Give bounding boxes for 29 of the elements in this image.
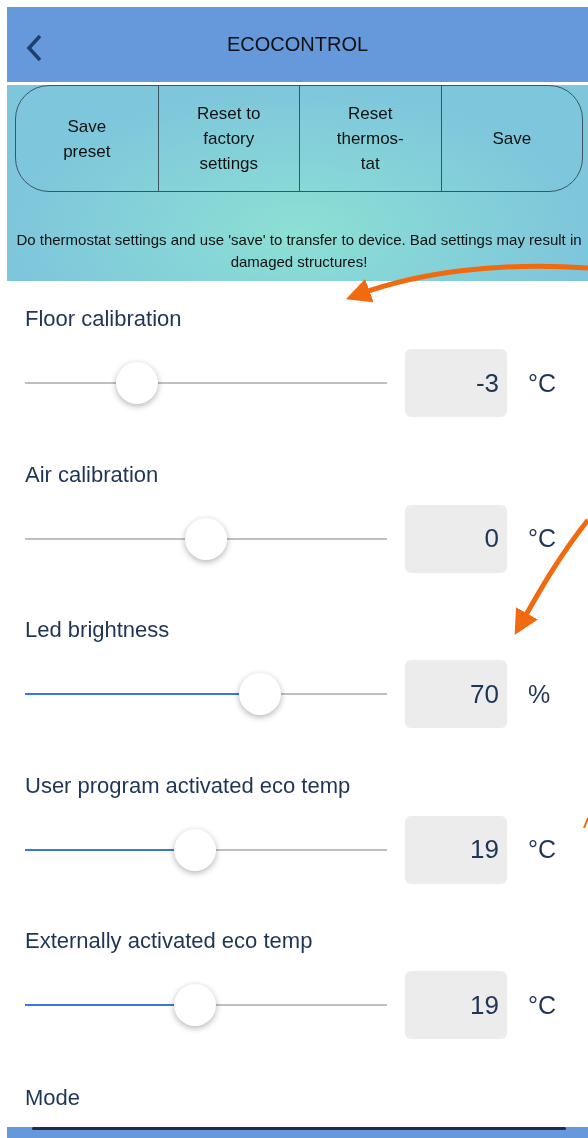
notice-text: Do thermostat settings and use 'save' to transfer to device. Bad settings may result in damaged structures! xyxy=(15,230,583,272)
value-field[interactable]: -3 xyxy=(405,349,507,417)
mode-label: Mode xyxy=(25,1083,82,1112)
action-button[interactable]: Reset thermos-tat xyxy=(299,86,441,191)
slider-thumb[interactable] xyxy=(174,984,217,1027)
slider-thumb[interactable] xyxy=(174,828,217,871)
action-button[interactable]: Reset to factory settings xyxy=(157,86,299,191)
unit-label: °C xyxy=(528,990,557,1020)
unit-label: °C xyxy=(528,368,557,398)
value-field[interactable]: 19 xyxy=(405,971,507,1040)
action-button[interactable]: Save xyxy=(440,86,582,191)
back-icon[interactable] xyxy=(25,34,43,62)
unit-label: °C xyxy=(528,835,557,865)
value-field[interactable]: 19 xyxy=(405,815,507,884)
setting-label: Led brightness xyxy=(25,616,171,645)
slider-thumb[interactable] xyxy=(116,362,159,404)
setting-label: Air calibration xyxy=(25,460,160,489)
slider-thumb[interactable] xyxy=(239,673,282,716)
value-field[interactable]: 70 xyxy=(405,660,507,729)
screen-title: ECOCONTROL xyxy=(226,33,369,56)
unit-label: % xyxy=(528,679,551,709)
setting-label: Externally activated eco temp xyxy=(25,927,314,956)
annotation-mark xyxy=(583,817,588,829)
setting-label: Floor calibration xyxy=(25,305,183,333)
setting-label: User program activated eco temp xyxy=(25,771,352,800)
value-field[interactable]: 0 xyxy=(405,504,507,573)
slider-thumb[interactable] xyxy=(185,517,227,560)
unit-label: °C xyxy=(528,524,557,554)
action-button[interactable]: Save preset xyxy=(16,86,158,191)
